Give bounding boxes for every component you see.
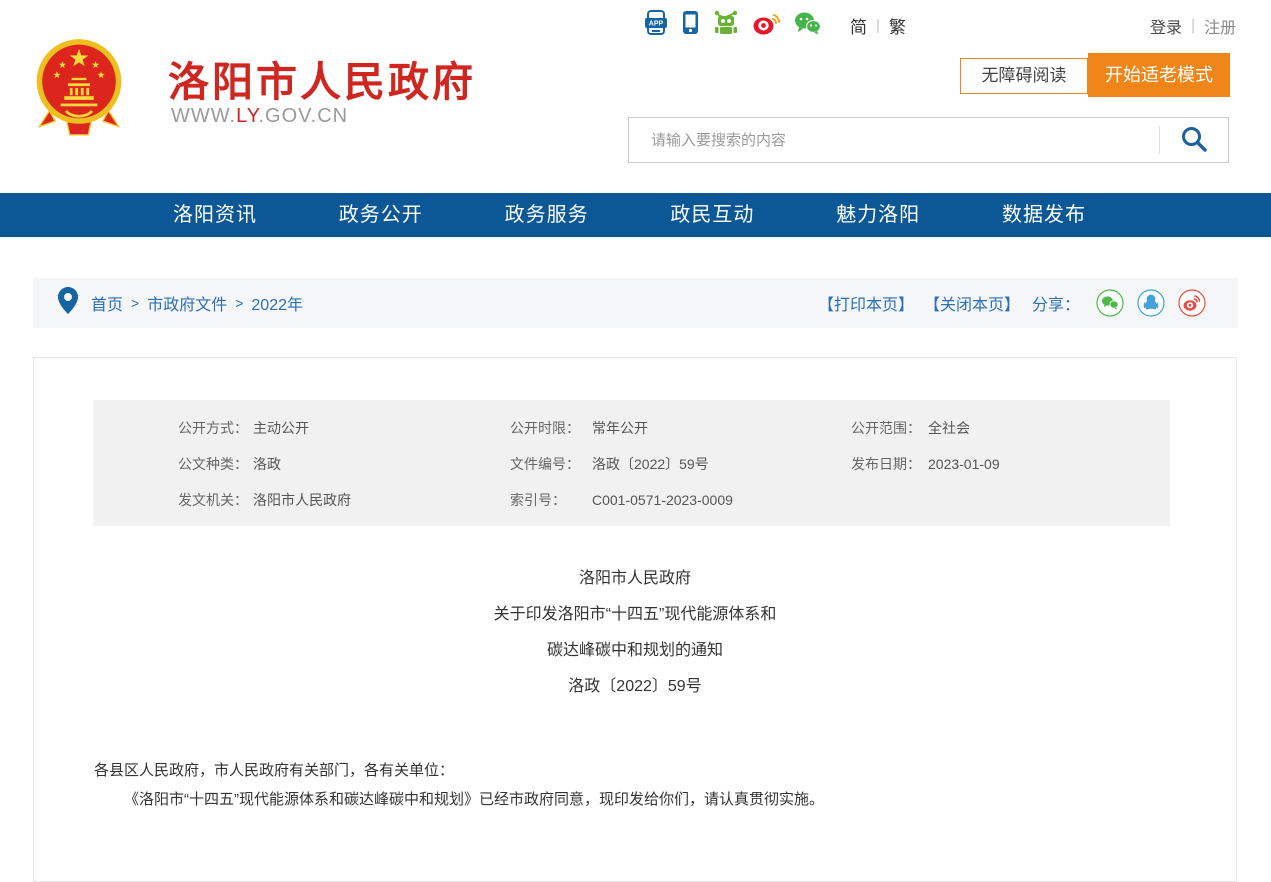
share-qq-icon[interactable] (1137, 289, 1165, 317)
metadata-column-3: 公开范围：全社会 发布日期：2023-01-09 (851, 410, 1000, 482)
document-content-panel: 公开方式：主动公开 公文种类：洛政 发文机关：洛阳市人民政府 公开时限：常年公开… (33, 357, 1237, 882)
weibo-icon[interactable] (753, 11, 780, 35)
search-button[interactable] (1160, 118, 1228, 162)
document-title-line3: 碳达峰碳中和规划的通知 (34, 633, 1236, 669)
location-pin-icon (58, 287, 78, 319)
share-label: 分享： (1032, 291, 1080, 315)
meta-row-document-type: 公文种类：洛政 (178, 446, 351, 482)
nav-item-luoyang-news[interactable]: 洛阳资讯 (173, 193, 257, 237)
nav-item-gov-disclosure[interactable]: 政务公开 (339, 193, 423, 237)
meta-row-disclosure-method: 公开方式：主动公开 (178, 410, 351, 446)
svg-text:APP: APP (649, 21, 664, 28)
meta-row-publish-date: 发布日期：2023-01-09 (851, 446, 1000, 482)
register-link[interactable]: 注册 (1204, 14, 1236, 38)
lang-divider: | (876, 17, 880, 34)
elder-mode-button[interactable]: 开始适老模式 (1088, 53, 1230, 97)
nav-item-charming-luoyang[interactable]: 魅力洛阳 (836, 193, 920, 237)
auth-divider: | (1191, 17, 1195, 35)
document-salutation: 各县区人民政府，市人民政府有关部门，各有关单位： (94, 756, 1179, 785)
meta-row-document-number: 文件编号：洛政〔2022〕59号 (510, 446, 733, 482)
government-webpage: APP (0, 0, 1271, 882)
meta-row-disclosure-scope: 公开范围：全社会 (851, 410, 1000, 446)
breadcrumb-separator: > (235, 295, 243, 311)
auth-links: 登录 | 注册 (1150, 14, 1236, 38)
share-wechat-icon[interactable] (1096, 289, 1124, 317)
document-title-line2: 关于印发洛阳市“十四五”现代能源体系和 (34, 597, 1236, 633)
metadata-column-1: 公开方式：主动公开 公文种类：洛政 发文机关：洛阳市人民政府 (178, 410, 351, 518)
nav-item-data-release[interactable]: 数据发布 (1002, 193, 1086, 237)
lang-simplified-link[interactable]: 简 (850, 13, 867, 38)
lang-traditional-link[interactable]: 繁 (889, 13, 906, 38)
document-metadata-table: 公开方式：主动公开 公文种类：洛政 发文机关：洛阳市人民政府 公开时限：常年公开… (93, 400, 1170, 526)
document-title: 洛阳市人民政府 关于印发洛阳市“十四五”现代能源体系和 碳达峰碳中和规划的通知 … (34, 561, 1236, 705)
breadcrumb: 首页 > 市政府文件 > 2022年 (91, 291, 303, 315)
metadata-column-2: 公开时限：常年公开 文件编号：洛政〔2022〕59号 索引号：C001-0571… (510, 410, 733, 518)
document-number: 洛政〔2022〕59号 (34, 669, 1236, 705)
document-title-line1: 洛阳市人民政府 (34, 561, 1236, 597)
share-weibo-icon[interactable] (1178, 289, 1206, 317)
mobile-version-icon[interactable] (682, 10, 699, 35)
page-actions: 【打印本页】 【关闭本页】 分享： (818, 289, 1206, 317)
meta-row-issuing-agency: 发文机关：洛阳市人民政府 (178, 482, 351, 518)
accessibility-reading-button[interactable]: 无障碍阅读 (960, 58, 1088, 94)
main-navigation: 洛阳资讯 政务公开 政务服务 政民互动 魅力洛阳 数据发布 (0, 193, 1271, 237)
breadcrumb-bar: 首页 > 市政府文件 > 2022年 【打印本页】 【关闭本页】 分享： (33, 278, 1238, 328)
meta-row-disclosure-period: 公开时限：常年公开 (510, 410, 733, 446)
meta-row-index-number: 索引号：C001-0571-2023-0009 (510, 482, 733, 518)
login-link[interactable]: 登录 (1150, 14, 1182, 38)
search-icon (1180, 125, 1208, 156)
document-body: 各县区人民政府，市人民政府有关部门，各有关单位： 《洛阳市“十四五”现代能源体系… (94, 756, 1179, 814)
smart-qa-robot-icon[interactable] (713, 10, 739, 35)
print-page-button[interactable]: 【打印本页】 (818, 291, 914, 315)
site-search (628, 117, 1229, 163)
breadcrumb-home-link[interactable]: 首页 (91, 291, 123, 315)
site-url: WWW.LY.GOV.CN (171, 105, 348, 128)
nav-item-gov-services[interactable]: 政务服务 (505, 193, 589, 237)
breadcrumb-gov-files-link[interactable]: 市政府文件 (147, 291, 227, 315)
search-input[interactable] (629, 120, 1159, 160)
wechat-icon[interactable] (794, 11, 821, 35)
breadcrumb-separator: > (131, 295, 139, 311)
site-title: 洛阳市人民政府 (168, 48, 476, 108)
national-emblem-logo (33, 37, 125, 142)
language-switch: 简 | 繁 (850, 13, 906, 38)
topbar-icon-links: APP (644, 10, 821, 35)
close-page-button[interactable]: 【关闭本页】 (924, 291, 1020, 315)
nav-item-public-interaction[interactable]: 政民互动 (670, 193, 754, 237)
app-download-icon[interactable]: APP (644, 10, 668, 35)
breadcrumb-year-link[interactable]: 2022年 (251, 291, 303, 315)
document-paragraph: 《洛阳市“十四五”现代能源体系和碳达峰碳中和规划》已经市政府同意，现印发给你们，… (94, 785, 1179, 814)
